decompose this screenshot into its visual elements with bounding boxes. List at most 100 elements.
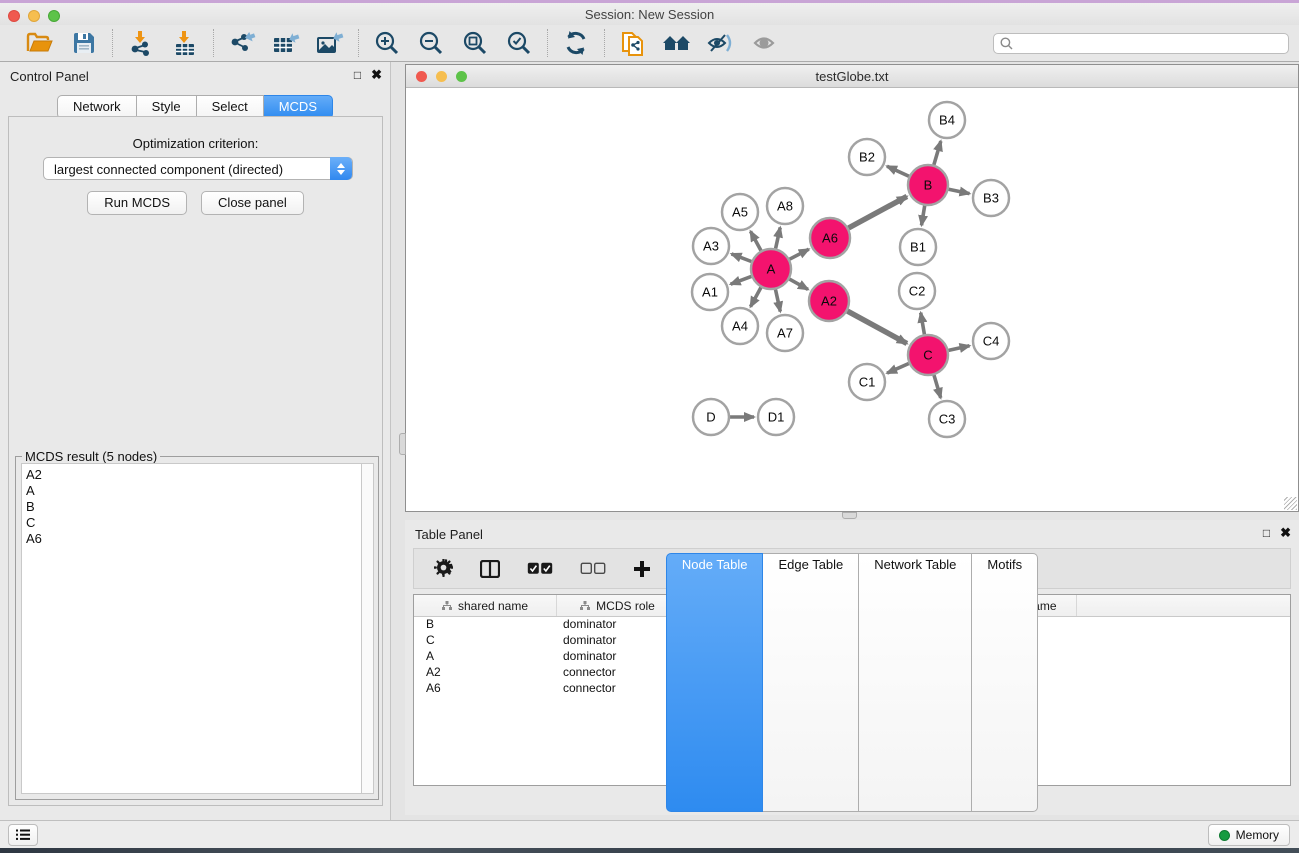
mcds-result-item[interactable]: A bbox=[26, 483, 361, 499]
mcds-result-item[interactable]: C bbox=[26, 515, 361, 531]
svg-text:B1: B1 bbox=[910, 240, 926, 255]
graph-edge-A-A2[interactable] bbox=[789, 279, 808, 289]
mcds-result-item[interactable]: A6 bbox=[26, 531, 361, 547]
graph-node-B2[interactable]: B2 bbox=[849, 139, 885, 175]
control-panel-title: Control Panel bbox=[10, 69, 89, 84]
show-graphics-details-icon[interactable] bbox=[706, 28, 736, 58]
graph-node-D[interactable]: D bbox=[693, 399, 729, 435]
graph-node-A[interactable]: A bbox=[751, 249, 791, 289]
graph-edge-A2-C[interactable] bbox=[847, 311, 907, 343]
close-panel-button[interactable]: Close panel bbox=[201, 191, 304, 215]
export-network-icon[interactable] bbox=[227, 28, 257, 58]
graph-node-B3[interactable]: B3 bbox=[973, 180, 1009, 216]
graph-node-C1[interactable]: C1 bbox=[849, 364, 885, 400]
graph-node-A6[interactable]: A6 bbox=[810, 218, 850, 258]
close-panel-icon[interactable]: ✖ bbox=[371, 68, 382, 82]
result-scrollbar[interactable] bbox=[361, 463, 374, 794]
svg-text:C: C bbox=[923, 348, 932, 363]
graph-edge-B-B4[interactable] bbox=[934, 141, 941, 165]
graph-node-D1[interactable]: D1 bbox=[758, 399, 794, 435]
graph-node-A3[interactable]: A3 bbox=[693, 228, 729, 264]
tab-node-table[interactable]: Node Table bbox=[666, 553, 764, 812]
tab-network-table[interactable]: Network Table bbox=[859, 553, 972, 812]
tab-motifs[interactable]: Motifs bbox=[972, 553, 1038, 812]
clone-network-icon[interactable] bbox=[618, 28, 648, 58]
mcds-result-list[interactable]: A2ABCA6 bbox=[21, 463, 361, 794]
graph-edge-A-A7[interactable] bbox=[776, 290, 781, 312]
graph-node-C2[interactable]: C2 bbox=[899, 273, 935, 309]
graph-edge-B-B1[interactable] bbox=[922, 206, 925, 226]
graph-node-A7[interactable]: A7 bbox=[767, 315, 803, 351]
control-panel-header: Control Panel □ ✖ bbox=[0, 62, 390, 88]
graph-node-A2[interactable]: A2 bbox=[809, 281, 849, 321]
run-mcds-button[interactable]: Run MCDS bbox=[87, 191, 187, 215]
zoom-out-icon[interactable] bbox=[416, 28, 446, 58]
graph-edge-B-B3[interactable] bbox=[949, 189, 970, 193]
svg-text:C2: C2 bbox=[909, 284, 926, 299]
svg-text:B3: B3 bbox=[983, 191, 999, 206]
close-table-panel-icon[interactable]: ✖ bbox=[1280, 526, 1291, 540]
graph-edge-C-C4[interactable] bbox=[949, 346, 970, 351]
graph-edge-A6-B[interactable] bbox=[849, 196, 907, 228]
svg-text:A6: A6 bbox=[822, 231, 838, 246]
graph-node-B4[interactable]: B4 bbox=[929, 102, 965, 138]
import-table-icon[interactable] bbox=[170, 28, 200, 58]
splitter-collapse-handle-bottom[interactable] bbox=[842, 512, 857, 519]
svg-text:A1: A1 bbox=[702, 285, 718, 300]
graph-edge-A-A8[interactable] bbox=[776, 228, 781, 249]
save-session-icon[interactable] bbox=[69, 28, 99, 58]
graph-node-B[interactable]: B bbox=[908, 165, 948, 205]
graph-edge-C-C1[interactable] bbox=[887, 364, 909, 374]
splitter-collapse-handle[interactable] bbox=[399, 433, 406, 455]
graph-edge-A-A6[interactable] bbox=[790, 249, 809, 259]
graph-node-A1[interactable]: A1 bbox=[692, 274, 728, 310]
desktop-wallpaper-edge bbox=[0, 848, 1299, 853]
optimization-criterion-dropdown[interactable]: largest connected component (directed) bbox=[43, 157, 353, 180]
graph-edge-A-A4[interactable] bbox=[751, 287, 762, 306]
titlebar: Session: New Session bbox=[0, 3, 1299, 25]
search-input[interactable] bbox=[993, 33, 1289, 54]
export-image-icon[interactable] bbox=[315, 28, 345, 58]
task-history-button[interactable] bbox=[8, 824, 38, 846]
network-window-titlebar[interactable]: testGlobe.txt bbox=[406, 65, 1298, 88]
tab-edge-table[interactable]: Edge Table bbox=[763, 553, 859, 812]
search-icon bbox=[1000, 37, 1013, 50]
graph-node-A8[interactable]: A8 bbox=[767, 188, 803, 224]
graph-node-C3[interactable]: C3 bbox=[929, 401, 965, 437]
graph-edge-A-A3[interactable] bbox=[732, 254, 752, 262]
table-panel-header: Table Panel □ ✖ bbox=[405, 520, 1299, 546]
mcds-result-item[interactable]: B bbox=[26, 499, 361, 515]
network-view-window: testGlobe.txt B4 B2 B B3 A5A8 A6 A3 B1 A A1 C2 A2 A4… bbox=[405, 64, 1299, 512]
graph-node-A5[interactable]: A5 bbox=[722, 194, 758, 230]
float-panel-icon[interactable]: □ bbox=[354, 68, 361, 82]
graph-node-B1[interactable]: B1 bbox=[900, 229, 936, 265]
hide-graphics-details-icon[interactable] bbox=[750, 28, 780, 58]
zoom-fit-icon[interactable] bbox=[460, 28, 490, 58]
mcds-result-item[interactable]: A2 bbox=[26, 467, 361, 483]
control-panel: Control Panel □ ✖ NetworkStyleSelectMCDS… bbox=[0, 62, 391, 820]
dropdown-selected-value: largest connected component (directed) bbox=[54, 162, 283, 177]
graph-edge-A-A5[interactable] bbox=[751, 231, 762, 250]
memory-button[interactable]: Memory bbox=[1208, 824, 1290, 846]
float-table-panel-icon[interactable]: □ bbox=[1263, 526, 1270, 540]
open-file-icon[interactable] bbox=[25, 28, 55, 58]
graph-edge-A-A1[interactable] bbox=[731, 276, 752, 284]
status-bar: Memory bbox=[0, 820, 1299, 848]
network-canvas[interactable]: B4 B2 B B3 A5A8 A6 A3 B1 A A1 C2 A2 A4A7 C4 C C1 C3 D D1 bbox=[406, 88, 1298, 511]
window-title: Session: New Session bbox=[0, 7, 1299, 22]
graph-node-C[interactable]: C bbox=[908, 335, 948, 375]
refresh-icon[interactable] bbox=[561, 28, 591, 58]
window-resize-grip[interactable] bbox=[1284, 497, 1297, 510]
svg-text:B4: B4 bbox=[939, 113, 955, 128]
graph-edge-C-C2[interactable] bbox=[921, 313, 925, 335]
graph-node-C4[interactable]: C4 bbox=[973, 323, 1009, 359]
export-table-icon[interactable] bbox=[271, 28, 301, 58]
zoom-in-icon[interactable] bbox=[372, 28, 402, 58]
import-network-icon[interactable] bbox=[126, 28, 156, 58]
graph-node-A4[interactable]: A4 bbox=[722, 308, 758, 344]
search-container bbox=[993, 33, 1289, 54]
graph-edge-B-B2[interactable] bbox=[887, 166, 909, 176]
home-network-icon[interactable] bbox=[662, 28, 692, 58]
graph-edge-C-C3[interactable] bbox=[934, 375, 941, 398]
zoom-selected-icon[interactable] bbox=[504, 28, 534, 58]
